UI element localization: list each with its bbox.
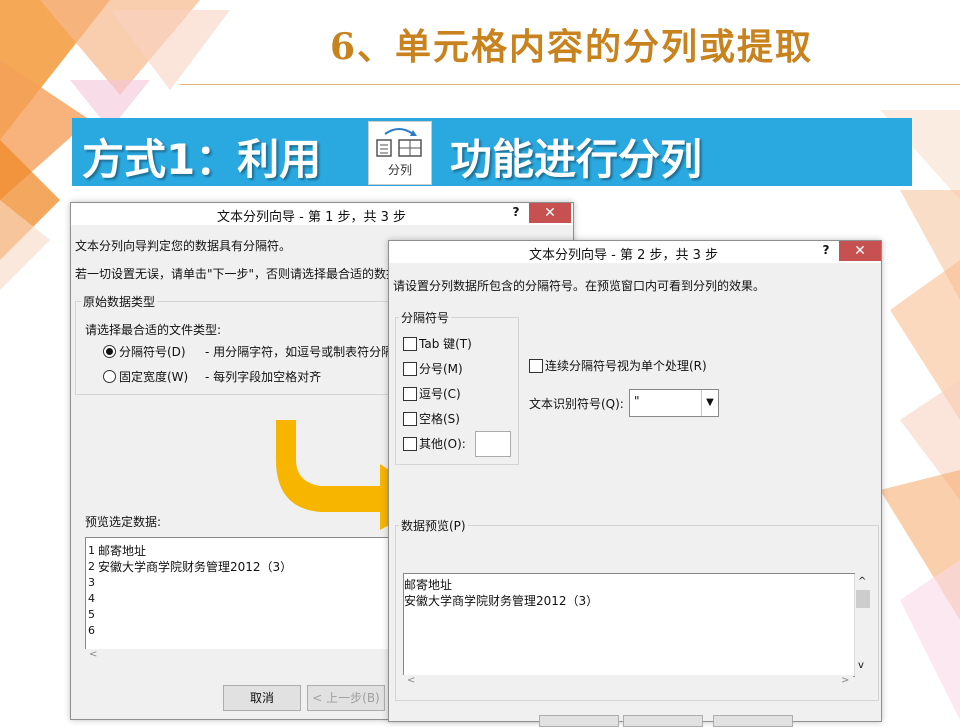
wizard-step2-dialog: 文本分列向导 - 第 2 步，共 3 步 ? ✕ 请设置分列数据所包含的分隔符号… — [388, 240, 882, 727]
dialog1-preview-row: 安徽大学商学院财务管理2012（3） — [98, 560, 293, 574]
dialog2-preview-row: 邮寄地址 — [404, 578, 453, 592]
dialog1-hscrollbar[interactable]: < — [85, 649, 395, 665]
comma-checkbox-label[interactable]: 逗号(C) — [419, 385, 461, 402]
scroll-left-icon[interactable]: < — [407, 675, 415, 686]
row-number: 6 — [88, 624, 95, 637]
text-to-columns-icon: 分列 — [368, 121, 432, 185]
banner-prefix: 方式1：利用 — [82, 135, 322, 184]
scroll-left-icon[interactable]: < — [89, 649, 97, 660]
dialog1-cancel-button[interactable]: 取消 — [223, 685, 301, 711]
dialog1-next-hint: 若一切设置无误，请单击"下一步"，否则请选择最合适的数据 — [75, 267, 399, 281]
qualifier-select[interactable]: " ▼ — [629, 389, 719, 417]
row-number: 3 — [88, 576, 95, 589]
tab-checkbox-label[interactable]: Tab 键(T) — [419, 335, 472, 352]
row-number: 1 — [88, 544, 95, 557]
tab-checkbox[interactable] — [403, 337, 417, 351]
row-number: 5 — [88, 608, 95, 621]
delimiters-group-title: 分隔符号 — [399, 309, 452, 326]
consecutive-checkbox[interactable] — [529, 359, 543, 373]
chevron-down-icon[interactable]: ▼ — [701, 390, 718, 416]
dialog1-titlebar: 文本分列向导 - 第 1 步，共 3 步 ? ✕ — [71, 203, 573, 225]
semicolon-checkbox[interactable] — [403, 362, 417, 376]
dialog1-help-button[interactable]: ? — [507, 205, 525, 223]
dialog2-vscrollbar[interactable]: ^ v — [854, 574, 871, 676]
dialog2-preview-box[interactable]: 邮寄地址 安徽大学商学院财务管理2012（3） ^ v — [403, 573, 871, 677]
qualifier-label: 文本识别符号(Q): — [529, 397, 624, 411]
dialog1-preview-box[interactable]: 1 2 3 4 5 6 邮寄地址 安徽大学商学院财务管理2012（3） — [85, 537, 397, 651]
data-preview-label: 数据预览(P) — [399, 517, 468, 534]
dialog1-back-button[interactable]: < 上一步(B) — [307, 685, 385, 711]
other-checkbox-label[interactable]: 其他(O): — [419, 435, 466, 452]
scroll-down-icon[interactable]: v — [858, 660, 864, 671]
slide-title: 6、单元格内容的分列或提取 — [330, 26, 814, 68]
space-checkbox[interactable] — [403, 412, 417, 426]
fixed-width-radio-label[interactable]: 固定宽度(W) — [119, 368, 188, 385]
dialog2-help-button[interactable]: ? — [817, 243, 835, 261]
semicolon-checkbox-label[interactable]: 分号(M) — [419, 360, 463, 377]
scroll-up-icon[interactable]: ^ — [858, 576, 866, 587]
dialog1-close-button[interactable]: ✕ — [529, 203, 571, 223]
dialog1-choose-label: 请选择最合适的文件类型: — [85, 323, 222, 337]
dialog2-close-button[interactable]: ✕ — [839, 241, 881, 261]
scroll-thumb[interactable] — [856, 590, 870, 608]
title-divider — [180, 84, 960, 85]
scroll-right-icon[interactable]: > — [841, 675, 849, 686]
space-checkbox-label[interactable]: 空格(S) — [419, 410, 460, 427]
dialog1-intro: 文本分列向导判定您的数据具有分隔符。 — [75, 239, 292, 253]
banner-suffix: 功能进行分列 — [450, 135, 703, 184]
consecutive-checkbox-label[interactable]: 连续分隔符号视为单个处理(R) — [545, 357, 707, 374]
fixed-width-radio[interactable] — [103, 370, 116, 383]
dialog2-title: 文本分列向导 - 第 2 步，共 3 步 — [529, 248, 719, 263]
row-number: 2 — [88, 560, 95, 573]
other-checkbox[interactable] — [403, 437, 417, 451]
dialog2-button[interactable] — [623, 715, 703, 727]
dialog2-preview-row: 安徽大学商学院财务管理2012（3） — [404, 594, 599, 608]
other-delimiter-input[interactable] — [475, 431, 511, 457]
qualifier-value: " — [634, 394, 640, 408]
dialog1-preview-row: 邮寄地址 — [98, 544, 147, 558]
comma-checkbox[interactable] — [403, 387, 417, 401]
method-banner: 方式1：利用 分列 功能进行分列 — [72, 118, 912, 186]
dialog2-titlebar: 文本分列向导 - 第 2 步，共 3 步 ? ✕ — [389, 241, 881, 263]
delimited-radio-desc: - 用分隔字符，如逗号或制表符分隔 — [205, 345, 394, 359]
dialog1-title: 文本分列向导 - 第 1 步，共 3 步 — [217, 210, 407, 225]
dialog1-group-title: 原始数据类型 — [81, 293, 158, 310]
dialog2-button[interactable] — [713, 715, 793, 727]
row-number: 4 — [88, 592, 95, 605]
fixed-width-radio-desc: - 每列字段加空格对齐 — [205, 370, 322, 384]
delimited-radio[interactable] — [103, 345, 116, 358]
dialog1-preview-label: 预览选定数据: — [85, 515, 162, 529]
delimited-radio-label[interactable]: 分隔符号(D) — [119, 343, 186, 360]
dialog2-intro: 请设置分列数据所包含的分隔符号。在预览窗口内可看到分列的效果。 — [393, 279, 766, 293]
banner-icon-label: 分列 — [387, 163, 412, 177]
dialog2-hscrollbar[interactable]: < > — [403, 675, 853, 691]
dialog2-button[interactable] — [539, 715, 619, 727]
split-columns-icon — [376, 128, 422, 157]
